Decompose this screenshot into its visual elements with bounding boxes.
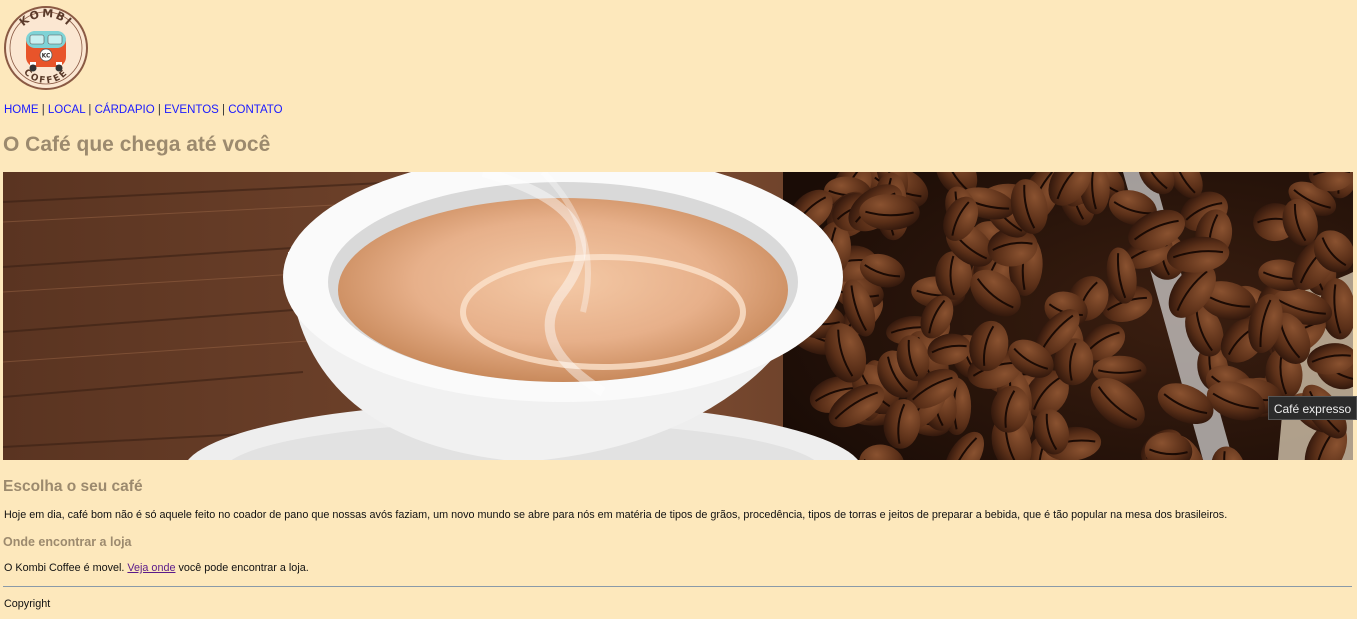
nav-separator: | [222,104,226,116]
see-where-link[interactable]: Veja onde [127,562,175,574]
nav-home-link[interactable]: HOME [4,104,39,116]
hero-image-tooltip: Café expresso [1268,396,1357,420]
hero-coffee-image [3,172,1353,460]
section-paragraph-find-store: O Kombi Coffee é movel. Veja onde você p… [4,562,309,574]
nav-separator: | [88,104,92,116]
find-store-text-after: você pode encontrar a loja. [178,562,309,574]
section-heading-find-store: Onde encontrar a loja [3,535,132,549]
nav-eventos-link[interactable]: EVENTOS [164,104,219,116]
kombi-coffee-logo: KOMBI COFFEE KC [3,4,89,92]
find-store-text-before: O Kombi Coffee é movel. [4,562,125,574]
nav-separator: | [157,104,161,116]
section-heading-choose-coffee: Escolha o seu café [3,478,143,495]
nav-separator: | [41,104,45,116]
nav-local-link[interactable]: LOCAL [48,104,85,116]
section-paragraph-choose-coffee: Hoje em dia, café bom não é só aquele fe… [4,509,1228,521]
footer-divider [3,586,1352,587]
nav-cardapio-link[interactable]: CÁRDAPIO [95,104,155,116]
logo-badge: KC [42,53,51,60]
footer-copyright: Copyright [4,598,51,610]
page-title: O Café que chega até você [3,133,271,156]
nav-contato-link[interactable]: CONTATO [228,104,282,116]
main-navigation: HOME | LOCAL | CÁRDAPIO | EVENTOS | CONT… [4,104,283,116]
